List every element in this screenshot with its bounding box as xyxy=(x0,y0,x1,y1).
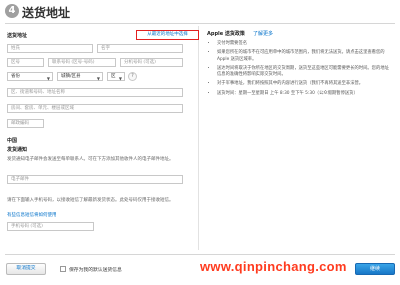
extension-field[interactable]: 分机号码 (可选) xyxy=(120,58,183,67)
section-title-shipping-address: 送货地址 xyxy=(7,33,28,39)
first-name-field[interactable]: 名字 xyxy=(97,44,183,53)
sms-info-link[interactable]: 有些信息短信将如何使用 xyxy=(7,212,57,218)
shipping-address-form: 送货地址 从最近的地址中选择 姓氏 名字 区号 联系号码 (区号-号码) 分机号… xyxy=(5,26,199,250)
continue-button[interactable]: 继续 xyxy=(355,263,395,275)
policy-item: 送达时间将取决于你所在地区的交货周期，送货至这些地区可能需要更长的时间。您的地址… xyxy=(217,66,391,79)
postal-code-field[interactable]: 邮政编码 xyxy=(7,119,44,128)
section-title-notification: 发货通知 xyxy=(7,147,28,153)
chevron-down-icon: ▼ xyxy=(46,76,50,81)
header-divider xyxy=(5,23,395,24)
district-value: 区 xyxy=(111,74,116,79)
page-title: 送货地址 xyxy=(22,6,71,20)
building-field[interactable]: 房间、套房、单元、楼层或区域 xyxy=(7,104,183,113)
policy-title: Apple 送货政策 xyxy=(207,31,245,37)
chevron-down-icon: ▼ xyxy=(118,76,122,81)
last-name-field[interactable]: 姓氏 xyxy=(7,44,93,53)
footer-divider xyxy=(5,254,395,255)
sms-hint: 请在下面输入手机号码，以接收短信了解最新发货状态。此处号码仅用于接收短信。 xyxy=(7,198,174,203)
province-value: 省份 xyxy=(11,74,20,79)
policy-item: 对于军事地址，我们将按照其中的内容进行送货（我们不再将其送至非法营。 xyxy=(217,81,391,87)
phone-field[interactable]: 联系号码 (区号-号码) xyxy=(48,58,116,67)
district-select[interactable]: 区 ▼ xyxy=(107,72,125,81)
mobile-field[interactable]: 手机号码 (可选) xyxy=(7,222,94,231)
back-button[interactable]: 取消提交 xyxy=(6,263,46,275)
chevron-down-icon: ▼ xyxy=(96,76,100,81)
page-header: 4 送货地址 xyxy=(0,0,400,24)
city-value: 城镇/区县 xyxy=(61,74,81,79)
street-address-field[interactable]: 区、街道和号码、地址名称 xyxy=(7,88,183,97)
save-default-label: 保存为我的默认送货信息 xyxy=(69,268,122,273)
notification-hint: 发货通知电子邮件会发送至每单联系人。可在下方添加其他收件人的电子邮件地址。 xyxy=(7,157,174,162)
city-select[interactable]: 城镇/区县 ▼ xyxy=(57,72,103,81)
address-book-link[interactable]: 从最近的地址中选择 xyxy=(136,30,199,40)
save-default-checkbox[interactable] xyxy=(60,266,66,272)
policy-item: 如果您所在的城市不在可应用单中的城市范围内，我们将无法送货。请点击这里查看您的 … xyxy=(217,50,391,63)
country-label: 中国 xyxy=(7,138,18,144)
policy-learn-more-link[interactable]: 了解更多 xyxy=(253,30,273,37)
area-code-field[interactable]: 区号 xyxy=(7,58,44,67)
step-number-icon: 4 xyxy=(5,4,19,18)
email-field[interactable]: 电子邮件 xyxy=(7,175,183,184)
province-select[interactable]: 省份 ▼ xyxy=(7,72,53,81)
policy-list: 交付时需要签名 如果您所在的城市不在可应用单中的城市范围内，我们将无法送货。请点… xyxy=(211,41,391,100)
policy-item: 送货时间：星期一至星期日 上午 8:30 至下午 5:30（公众假期暂停送货） xyxy=(217,91,391,97)
help-icon[interactable]: ? xyxy=(128,72,137,81)
policy-item: 交付时需要签名 xyxy=(217,41,391,47)
watermark-text: www.qinpinchang.com xyxy=(200,259,347,274)
